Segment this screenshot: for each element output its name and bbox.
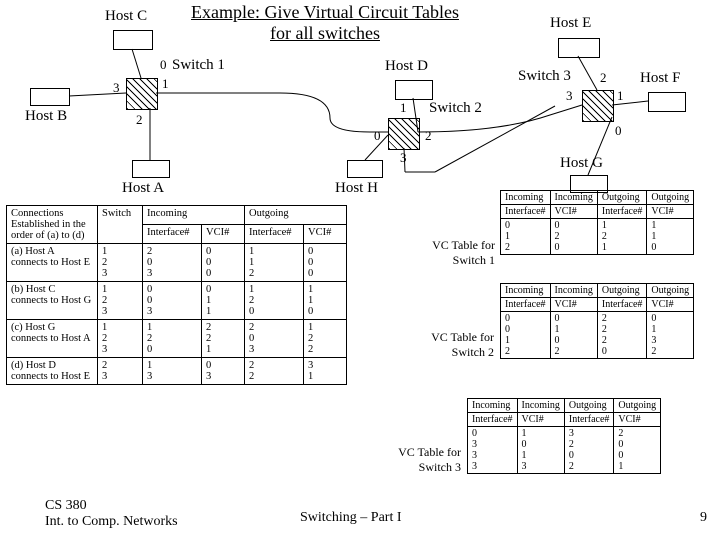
vc1-wrap: IncomingIncomingOutgoingOutgoingInterfac… (500, 190, 694, 255)
conn-hdr-in-if: Interface# (143, 225, 202, 244)
table-row: (c) Host G connects to Host A12312022120… (7, 320, 347, 358)
conn-hdr-in: Incoming (143, 206, 245, 225)
conn-hdr-in-vci: VCI# (202, 225, 245, 244)
footer-left-b: Int. to Comp. Networks (45, 514, 178, 529)
footer-right-pagenum: 9 (700, 510, 707, 526)
vc3-wrap: IncomingIncomingOutgoingOutgoingInterfac… (467, 398, 661, 474)
footer-left: CS 380 Int. to Comp. Networks (45, 498, 178, 530)
vc1-table: IncomingIncomingOutgoingOutgoingInterfac… (500, 190, 694, 255)
conn-hdr-out-vci: VCI# (304, 225, 347, 244)
vc3-table: IncomingIncomingOutgoingOutgoingInterfac… (467, 398, 661, 474)
table-row: (d) Host D connects to Host E2313032231 (7, 358, 347, 385)
conn-hdr-out-if: Interface# (245, 225, 304, 244)
footer-center: Switching – Part I (300, 510, 402, 526)
connections-table-wrap: Connections Established in the order of … (6, 205, 347, 385)
conn-hdr-a: Connections (11, 208, 64, 219)
conn-hdr-switch: Switch (98, 206, 143, 244)
table-row: (a) Host A connects to Host E12320300011… (7, 244, 347, 282)
edges (0, 0, 720, 200)
vc2-wrap: IncomingIncomingOutgoingOutgoingInterfac… (500, 283, 694, 359)
footer-left-a: CS 380 (45, 498, 87, 513)
vc2-table: IncomingIncomingOutgoingOutgoingInterfac… (500, 283, 694, 359)
table-row: (b) Host C connects to Host G12300301112… (7, 282, 347, 320)
vc3-label: VC Table for Switch 3 (375, 445, 461, 475)
conn-hdr-out: Outgoing (245, 206, 347, 225)
conn-hdr-b: Established in the order of (a) to (d) (11, 219, 86, 241)
connections-table: Connections Established in the order of … (6, 205, 347, 385)
vc1-label: VC Table for Switch 1 (415, 238, 495, 268)
vc2-label: VC Table for Switch 2 (408, 330, 494, 360)
